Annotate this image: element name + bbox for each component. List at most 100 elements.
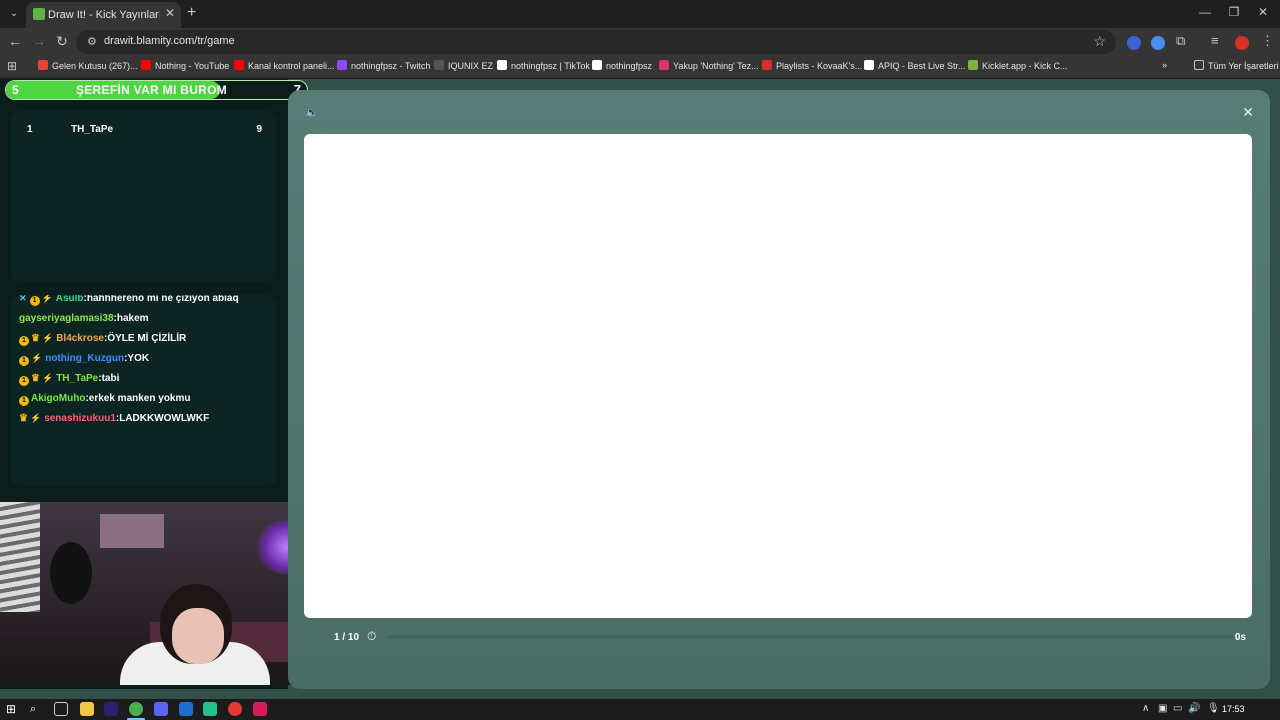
chat-text: :LADKKWOWLWKF bbox=[115, 413, 210, 424]
start-windows-icon[interactable]: ⊞ bbox=[6, 702, 20, 716]
site-info-icon[interactable]: ⚙ bbox=[87, 35, 97, 48]
crown-badge-icon: ♛ bbox=[31, 333, 40, 344]
page: 5 ŞEREFİN VAR MI BUROM 7 1 TH_TaPe 9 ✕1⚡… bbox=[0, 79, 1280, 699]
bookmark-item[interactable]: Yakup 'Nothing' Tez... bbox=[659, 60, 759, 71]
webcam-overlay bbox=[0, 502, 326, 685]
extensions-puzzle-icon[interactable]: ⧉ bbox=[1176, 33, 1185, 49]
all-bookmarks-label: Tüm Yer İşaretleri bbox=[1208, 61, 1279, 71]
chat-text: :ÖYLE Mİ ÇİZİLİR bbox=[104, 333, 187, 344]
drawing-canvas[interactable] bbox=[304, 134, 1252, 618]
bookmark-item[interactable]: Playlists - KovaaK's... bbox=[762, 60, 862, 71]
webcam-guitar bbox=[50, 542, 92, 604]
address-bar[interactable]: ⚙ drawit.blamity.com/tr/game ☆ bbox=[76, 30, 1116, 54]
bookmark-item[interactable]: Nothing - YouTube bbox=[141, 60, 229, 71]
chat-message: ♛ ⚡ senashizukuu1:LADKKWOWLWKF bbox=[19, 413, 209, 429]
chat-username[interactable]: nothing_Kuzgun bbox=[45, 353, 124, 364]
new-tab-button[interactable]: + bbox=[187, 4, 196, 22]
word-progress-bar: 5 ŞEREFİN VAR MI BUROM 7 bbox=[5, 80, 308, 100]
bookmark-label: Kicklet.app - Kick C... bbox=[982, 61, 1068, 71]
settings-app-icon[interactable] bbox=[179, 702, 193, 716]
extension-icon[interactable] bbox=[1151, 36, 1165, 50]
network-icon[interactable]: ▭ bbox=[1173, 703, 1182, 714]
x-badge-icon: ✕ bbox=[19, 295, 27, 303]
bookmark-label: IQUNIX EZ bbox=[448, 61, 494, 71]
bookmark-item[interactable]: nothingfpsz bbox=[592, 60, 652, 71]
bookmark-item[interactable]: nothingfpsz - Twitch bbox=[337, 60, 430, 71]
chat-message: ✕ 1 ⚡ Asulb:hahhhereno mi ne çiziyon abiaq bbox=[19, 295, 239, 309]
crown-badge-icon: ♛ bbox=[31, 373, 40, 384]
reload-button[interactable]: ↻ bbox=[53, 33, 71, 50]
bookmark-item[interactable]: Gelen Kutusu (267)... bbox=[38, 60, 138, 71]
chat-username[interactable]: senashizukuu1 bbox=[44, 413, 116, 424]
bookmarks-overflow-button[interactable]: » bbox=[1162, 60, 1167, 70]
app-icon[interactable] bbox=[253, 702, 267, 716]
discord-icon[interactable] bbox=[154, 702, 168, 716]
kovaaks-icon bbox=[762, 60, 772, 70]
apiq-icon bbox=[864, 60, 874, 70]
leaderboard-rank: 1 bbox=[27, 124, 33, 135]
minimize-button[interactable]: — bbox=[1195, 5, 1215, 19]
bookmark-label: APIQ - Best Live Str... bbox=[878, 61, 966, 71]
search-icon[interactable]: ⌕ bbox=[30, 702, 44, 716]
tab-active[interactable]: Draw It! - Kick Yayınları İçin Çizim ✕ bbox=[26, 2, 181, 28]
tab-title: Draw It! - Kick Yayınları İçin Çizim bbox=[48, 9, 160, 21]
bookmark-item[interactable]: nothingfpsz | TikTok bbox=[497, 60, 590, 71]
all-bookmarks-folder[interactable]: Tüm Yer İşaretleri bbox=[1194, 60, 1279, 71]
bookmark-item[interactable]: APIQ - Best Live Str... bbox=[864, 60, 966, 71]
menu-kebab-icon[interactable]: ⋮ bbox=[1261, 33, 1274, 49]
drawit-favicon-icon bbox=[33, 8, 45, 20]
browser-toolbar: ← → ↻ ⚙ drawit.blamity.com/tr/game ☆ ⧉ ≡… bbox=[0, 28, 1280, 56]
chat-username[interactable]: AkigoMuho bbox=[31, 393, 85, 404]
chat-text: :erkek manken yokmu bbox=[85, 393, 191, 404]
premiere-pro-icon[interactable] bbox=[104, 702, 118, 716]
obs-icon[interactable] bbox=[228, 702, 242, 716]
bookmark-item[interactable]: Kicklet.app - Kick C... bbox=[968, 60, 1068, 71]
sidebar: 5 ŞEREFİN VAR MI BUROM 7 1 TH_TaPe 9 ✕1⚡… bbox=[0, 79, 326, 689]
bookmark-item[interactable]: IQUNIX EZ bbox=[434, 60, 493, 71]
timer-icon: ⏱ bbox=[367, 629, 377, 643]
youtube-studio-icon bbox=[234, 60, 244, 70]
app-icon[interactable] bbox=[203, 702, 217, 716]
x-icon bbox=[592, 60, 602, 70]
file-explorer-icon[interactable] bbox=[80, 702, 94, 716]
folder-icon bbox=[1194, 60, 1204, 70]
profile-avatar[interactable] bbox=[1235, 36, 1249, 50]
game-panel: 🔈 ✕ 1 / 10 ⏱ 0s bbox=[288, 90, 1270, 689]
sound-toggle-icon[interactable]: 🔈 bbox=[305, 106, 319, 119]
tab-search-chevron-icon[interactable]: ⌄ bbox=[5, 5, 23, 23]
url-text[interactable]: drawit.blamity.com/tr/game bbox=[104, 35, 235, 47]
close-game-icon[interactable]: ✕ bbox=[1242, 104, 1254, 121]
window-close-button[interactable]: ✕ bbox=[1253, 5, 1273, 19]
back-button[interactable]: ← bbox=[6, 33, 24, 49]
bookmark-label: nothingfpsz - Twitch bbox=[351, 61, 431, 71]
tray-app-icon[interactable]: ▣ bbox=[1158, 703, 1167, 714]
restore-button[interactable]: ❐ bbox=[1224, 5, 1244, 19]
extension-icon[interactable] bbox=[1127, 36, 1141, 50]
chat-username[interactable]: Bl4ckrose bbox=[56, 333, 104, 344]
tray-overflow-icon[interactable]: ∧ bbox=[1142, 703, 1149, 714]
media-control-icon[interactable]: ≡ bbox=[1211, 33, 1219, 48]
bookmark-star-icon[interactable]: ☆ bbox=[1093, 33, 1106, 50]
instagram-icon bbox=[659, 60, 669, 70]
bolt-badge-icon: ⚡ bbox=[41, 373, 54, 383]
microphone-icon[interactable]: 🎙 bbox=[1207, 703, 1220, 714]
clock[interactable]: 17:53 bbox=[1222, 704, 1245, 714]
chat-username[interactable]: TH_TaPe bbox=[56, 373, 98, 384]
chrome-icon[interactable] bbox=[129, 702, 143, 716]
chat-username[interactable]: gayseriyaglamasi38 bbox=[19, 313, 114, 324]
task-view-icon[interactable] bbox=[54, 702, 68, 716]
apps-grid-icon[interactable]: ⊞ bbox=[7, 59, 17, 73]
bookmark-label: Kanal kontrol paneli... bbox=[248, 61, 335, 71]
bookmark-item[interactable]: Kanal kontrol paneli... bbox=[234, 60, 335, 71]
chat-message: 1 AkigoMuho:erkek manken yokmu bbox=[19, 393, 191, 409]
iqunix-icon bbox=[434, 60, 444, 70]
leaderboard: 1 TH_TaPe 9 bbox=[11, 111, 276, 281]
chat-text: :YOK bbox=[124, 353, 150, 364]
chat-panel: ✕ 1 ⚡ Asulb:hahhhereno mi ne çiziyon abiaq g… bbox=[11, 295, 276, 485]
forward-button[interactable]: → bbox=[30, 33, 48, 49]
webcam-shelf bbox=[100, 514, 164, 548]
tab-close-icon[interactable]: ✕ bbox=[165, 6, 175, 20]
chat-username[interactable]: Asulb bbox=[56, 295, 84, 304]
volume-icon[interactable]: 🔊 bbox=[1188, 703, 1200, 714]
kicklet-icon bbox=[968, 60, 978, 70]
